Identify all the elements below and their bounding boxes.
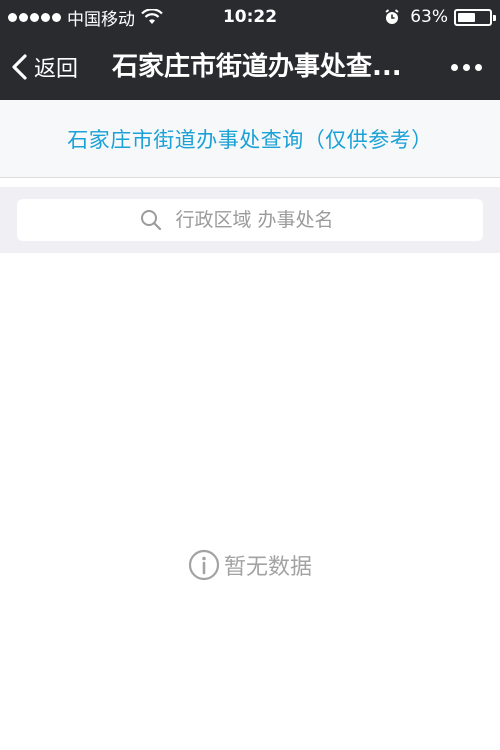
battery-fill (458, 12, 476, 22)
nav-bar: 返回 石家庄市街道办事处查... (0, 34, 500, 100)
alarm-icon (385, 9, 399, 24)
battery-icon (454, 8, 496, 26)
back-label: 返回 (34, 57, 79, 82)
battery-percent: 63% (410, 7, 448, 27)
empty-state: 暂无数据 (0, 549, 500, 581)
chevron-left-icon (12, 54, 27, 80)
back-button[interactable]: 返回 (10, 34, 78, 100)
page-header: 石家庄市街道办事处查询（仅供参考） (0, 100, 500, 178)
empty-message: 暂无数据 (223, 555, 312, 580)
search-box[interactable] (17, 199, 483, 241)
more-button[interactable] (451, 34, 482, 100)
more-dots-icon (451, 63, 458, 71)
search-area (0, 187, 500, 253)
status-right: 63% (384, 6, 496, 28)
status-bar: 中国移动 10:22 63% (0, 0, 500, 34)
search-icon (140, 210, 161, 231)
search-input[interactable] (175, 209, 361, 231)
info-icon (188, 549, 220, 581)
page-heading: 石家庄市街道办事处查询（仅供参考） (67, 127, 433, 152)
page-title: 石家庄市街道办事处查... (112, 52, 402, 82)
battery-tip (493, 14, 496, 21)
app-screen: 中国移动 10:22 63% 返回 石家庄市街道办事处查... 石家庄市街道办事… (0, 0, 500, 750)
content-area: 暂无数据 (0, 253, 500, 750)
